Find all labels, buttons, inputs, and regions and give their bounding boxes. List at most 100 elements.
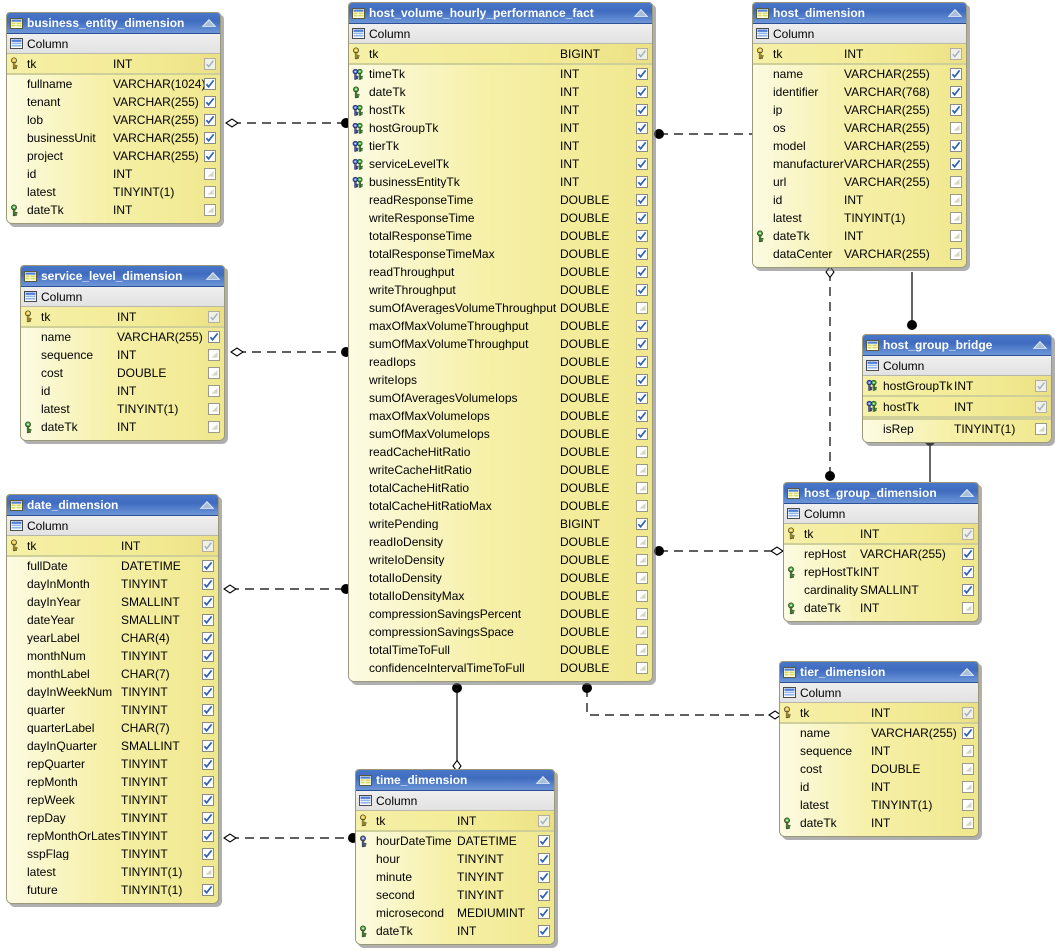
column-checkbox[interactable] — [198, 758, 218, 770]
primary-key-row[interactable]: tk BIGINT — [349, 44, 652, 65]
checkbox-unchecked[interactable] — [950, 194, 962, 206]
column-row[interactable]: readIops DOUBLE — [349, 353, 652, 371]
column-checkbox[interactable] — [200, 186, 220, 198]
column-checkbox[interactable] — [198, 830, 218, 842]
column-checkbox[interactable] — [198, 812, 218, 824]
column-row[interactable]: dayInMonth TINYINT — [7, 575, 218, 593]
table-header-service_level_dimension[interactable]: service_level_dimension — [21, 266, 224, 287]
column-row[interactable]: repHostTk INT — [784, 563, 978, 581]
column-row[interactable]: readIoDensity DOUBLE — [349, 533, 652, 551]
checkbox-checked[interactable] — [202, 812, 214, 824]
checkbox-checked[interactable] — [202, 776, 214, 788]
column-row[interactable]: dateYear SMALLINT — [7, 611, 218, 629]
checkbox-checked[interactable] — [636, 122, 648, 134]
entity-table-time_dimension[interactable]: time_dimension Column tk INT hourDateTime… — [355, 769, 555, 945]
column-checkbox[interactable] — [534, 925, 554, 937]
column-row[interactable]: dateTk INT — [784, 599, 978, 617]
column-checkbox[interactable] — [200, 78, 220, 90]
relationship-host-to-bridge[interactable] — [907, 272, 917, 330]
checkbox-checked[interactable] — [202, 794, 214, 806]
collapse-triangle-icon[interactable] — [633, 8, 649, 18]
table-header-business_entity_dimension[interactable]: business_entity_dimension — [7, 13, 220, 34]
primary-key-row[interactable]: tk INT — [356, 811, 554, 832]
column-row[interactable]: hostGroupTk INT — [349, 119, 652, 137]
column-row[interactable]: minute TINYINT — [356, 868, 554, 886]
column-checkbox[interactable] — [958, 799, 978, 811]
column-checkbox[interactable] — [632, 68, 652, 80]
checkbox-checked[interactable] — [538, 871, 550, 883]
column-checkbox[interactable] — [946, 86, 966, 98]
column-checkbox[interactable] — [632, 626, 652, 638]
checkbox-checked[interactable] — [636, 212, 648, 224]
column-checkbox[interactable] — [632, 320, 652, 332]
column-row[interactable]: sumOfMaxVolumeIops DOUBLE — [349, 425, 652, 443]
column-checkbox[interactable] — [198, 668, 218, 680]
column-row[interactable]: dateTk INT — [780, 814, 978, 832]
column-row[interactable]: businessUnit VARCHAR(255) — [7, 129, 220, 147]
primary-key-row[interactable]: tk INT — [753, 44, 966, 65]
column-row[interactable]: sumOfAveragesVolumeIops DOUBLE — [349, 389, 652, 407]
column-checkbox[interactable] — [1031, 400, 1051, 413]
column-checkbox[interactable] — [198, 686, 218, 698]
column-checkbox[interactable] — [198, 740, 218, 752]
column-row[interactable]: sspFlag TINYINT — [7, 845, 218, 863]
column-row[interactable]: readResponseTime DOUBLE — [349, 191, 652, 209]
table-header-date_dimension[interactable]: date_dimension — [7, 495, 218, 516]
checkbox-unchecked[interactable] — [208, 403, 220, 415]
table-header-host_volume_hourly_performance_fact[interactable]: host_volume_hourly_performance_fact — [349, 3, 652, 24]
column-checkbox[interactable] — [534, 835, 554, 847]
checkbox-checked[interactable] — [202, 884, 214, 896]
checkbox-checked[interactable] — [202, 722, 214, 734]
column-checkbox[interactable] — [946, 194, 966, 206]
column-row[interactable]: hostTk INT — [349, 101, 652, 119]
checkbox-checked[interactable] — [204, 78, 216, 90]
column-checkbox[interactable] — [946, 212, 966, 224]
column-checkbox[interactable] — [204, 421, 224, 433]
checkbox-unchecked[interactable] — [950, 212, 962, 224]
column-checkbox[interactable] — [198, 650, 218, 662]
column-row[interactable]: sumOfMaxVolumeThroughput DOUBLE — [349, 335, 652, 353]
column-checkbox[interactable] — [632, 428, 652, 440]
column-row[interactable]: id INT — [7, 165, 220, 183]
checkbox-unchecked[interactable] — [962, 799, 974, 811]
column-checkbox[interactable] — [958, 584, 978, 596]
entity-table-service_level_dimension[interactable]: service_level_dimension Column tk INT nam… — [20, 265, 225, 441]
column-checkbox[interactable] — [958, 566, 978, 578]
column-checkbox[interactable] — [632, 266, 652, 278]
column-row[interactable]: dataCenter VARCHAR(255) — [753, 245, 966, 263]
column-row[interactable]: id INT — [780, 778, 978, 796]
column-row[interactable]: quarterLabel CHAR(7) — [7, 719, 218, 737]
checkbox-checked[interactable] — [202, 596, 214, 608]
column-checkbox[interactable] — [958, 602, 978, 614]
column-row[interactable]: serviceLevelTk INT — [349, 155, 652, 173]
column-row[interactable]: id INT — [753, 191, 966, 209]
checkbox-checked[interactable] — [636, 428, 648, 440]
checkbox-checked[interactable] — [202, 848, 214, 860]
table-header-host_dimension[interactable]: host_dimension — [753, 3, 966, 24]
column-row[interactable]: tenant VARCHAR(255) — [7, 93, 220, 111]
column-checkbox[interactable] — [204, 385, 224, 397]
column-row[interactable]: fullname VARCHAR(1024) — [7, 75, 220, 93]
entity-table-host_dimension[interactable]: host_dimension Column tk INT name VARCHAR(… — [752, 2, 967, 268]
column-checkbox[interactable] — [632, 644, 652, 656]
checkbox-unchecked[interactable] — [636, 302, 648, 314]
collapse-triangle-icon[interactable] — [535, 775, 551, 785]
table-header-tier_dimension[interactable]: tier_dimension — [780, 662, 978, 683]
column-checkbox[interactable] — [1031, 379, 1051, 392]
checkbox-unchecked[interactable] — [208, 385, 220, 397]
column-row[interactable]: maxOfMaxVolumeIops DOUBLE — [349, 407, 652, 425]
column-row[interactable]: hourDateTime DATETIME — [356, 832, 554, 850]
column-checkbox[interactable] — [198, 704, 218, 716]
checkbox-unchecked[interactable] — [208, 421, 220, 433]
column-checkbox[interactable] — [200, 132, 220, 144]
column-checkbox[interactable] — [198, 776, 218, 788]
checkbox-checked[interactable] — [538, 835, 550, 847]
column-checkbox[interactable] — [198, 614, 218, 626]
column-checkbox[interactable] — [958, 727, 978, 739]
checkbox-checked[interactable] — [636, 230, 648, 242]
checkbox-checked[interactable] — [204, 114, 216, 126]
collapse-triangle-icon[interactable] — [199, 500, 215, 510]
column-row[interactable]: latest TINYINT(1) — [7, 183, 220, 201]
primary-key-row[interactable]: tk INT — [7, 536, 218, 557]
column-checkbox[interactable] — [632, 47, 652, 60]
